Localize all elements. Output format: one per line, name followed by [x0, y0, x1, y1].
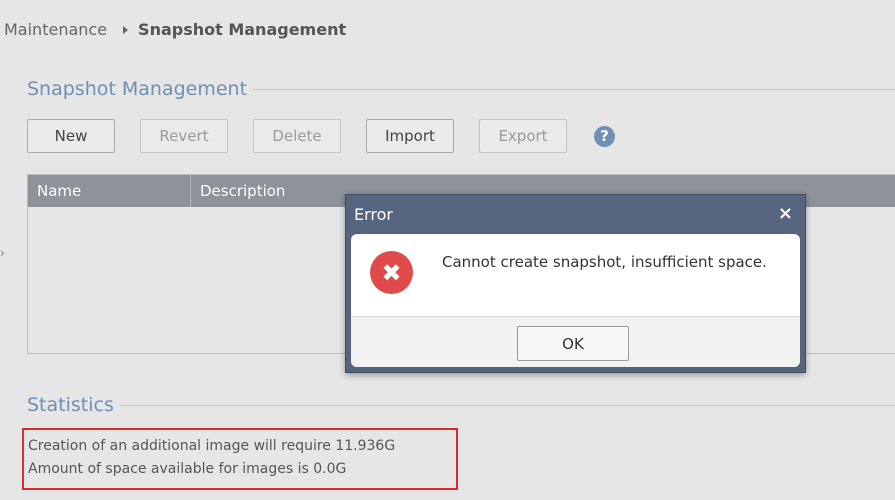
breadcrumb-current: Snapshot Management — [138, 20, 347, 39]
column-header-name[interactable]: Name — [28, 175, 191, 207]
ok-button[interactable]: OK — [517, 326, 629, 361]
breadcrumb-separator-icon — [123, 25, 129, 34]
snapshot-section-title: Snapshot Management — [27, 78, 248, 100]
help-icon[interactable]: ? — [594, 125, 615, 147]
section-divider — [253, 89, 895, 90]
statistics-available-space: Amount of space available for images is … — [28, 461, 347, 477]
dialog-footer: OK — [351, 316, 800, 367]
new-button[interactable]: New — [27, 119, 115, 153]
dialog-title: Error — [354, 205, 393, 224]
breadcrumb-parent[interactable]: Maintenance — [4, 20, 107, 39]
delete-button[interactable]: Delete — [253, 119, 341, 153]
revert-button[interactable]: Revert — [140, 119, 228, 153]
breadcrumb: Maintenance Snapshot Management — [4, 20, 346, 39]
dialog-body: ✖ Cannot create snapshot, insufficient s… — [351, 234, 800, 367]
error-circle-icon: ✖ — [370, 251, 413, 294]
edge-marker-icon: › — [0, 246, 5, 260]
import-button[interactable]: Import — [366, 119, 454, 153]
statistics-required-space: Creation of an additional image will req… — [28, 438, 396, 454]
statistics-divider — [120, 405, 895, 406]
dialog-message-area: ✖ Cannot create snapshot, insufficient s… — [351, 234, 800, 316]
close-icon[interactable]: × — [778, 203, 793, 224]
dialog-message: Cannot create snapshot, insufficient spa… — [442, 253, 767, 271]
statistics-highlight-box: Creation of an additional image will req… — [22, 428, 458, 490]
column-header-description[interactable]: Description — [191, 175, 285, 207]
snapshot-toolbar: New Revert Delete Import Export ? — [27, 119, 615, 153]
statistics-section-title: Statistics — [27, 394, 114, 416]
error-dialog: Error × ✖ Cannot create snapshot, insuff… — [345, 194, 806, 373]
export-button[interactable]: Export — [479, 119, 567, 153]
